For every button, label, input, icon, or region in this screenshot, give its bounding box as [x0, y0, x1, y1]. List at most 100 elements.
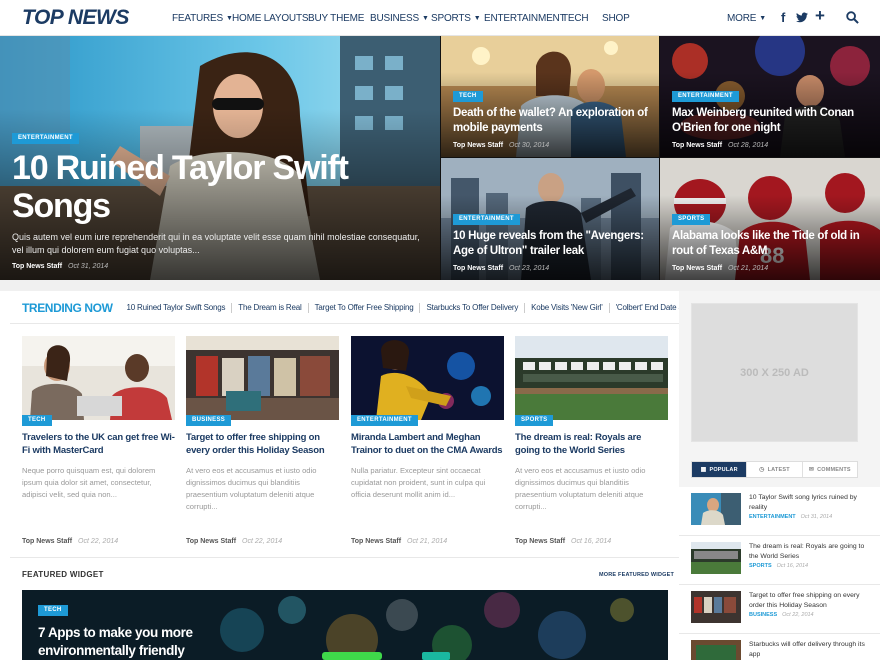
headline[interactable]: 10 Ruined Taylor Swift Songs [12, 149, 430, 225]
divider [10, 323, 679, 324]
twitter-icon[interactable] [796, 10, 808, 28]
author[interactable]: Top News Staff [351, 538, 401, 545]
article-card[interactable]: SPORTS The dream is real: Royals are goi… [515, 336, 668, 545]
category-badge[interactable]: SPORTS [515, 415, 554, 426]
tab-popular[interactable]: ▦ POPULAR [692, 462, 747, 477]
nav-item-business[interactable]: BUSINESS ▼ [370, 0, 429, 36]
more-featured-widget-link[interactable]: MORE FEATURED WIDGET [599, 572, 674, 578]
article-thumbnail[interactable] [22, 336, 175, 420]
featured-tile-max-weinberg[interactable]: ENTERTAINMENT Max Weinberg reunited with… [660, 36, 880, 157]
headline[interactable]: Max Weinberg reunited with Conan O'Brien… [672, 106, 870, 136]
featured-main-story[interactable]: ENTERTAINMENT 10 Ruined Taylor Swift Son… [0, 36, 440, 280]
category-badge[interactable]: TECH [22, 415, 52, 426]
article-card[interactable]: TECH Travelers to the UK can get free Wi… [22, 336, 175, 545]
post-date: Oct 16, 2014 [571, 538, 612, 545]
featured-widget-heading: FEATURED WIDGET [22, 570, 104, 579]
trending-link[interactable]: Kobe Visits 'New Girl' [524, 303, 608, 313]
nav-label: ENTERTAINMENT [484, 12, 566, 24]
trending-link[interactable]: 10 Ruined Taylor Swift Songs [121, 303, 232, 313]
ad-slot[interactable]: 300 X 250 AD [691, 303, 858, 442]
post-thumbnail[interactable] [691, 493, 741, 525]
article-title[interactable]: Travelers to the UK can get free Wi-Fi w… [22, 431, 175, 457]
post-thumbnail[interactable] [691, 542, 741, 574]
chevron-down-icon: ▼ [759, 14, 767, 22]
list-item[interactable]: Target to offer free shipping on every o… [679, 585, 880, 634]
featured-widget-title[interactable]: 7 Apps to make you more environmentally … [38, 624, 238, 660]
featured-tile-alabama[interactable]: 88 SPORTS Alabama looks like the Tide of… [660, 158, 880, 280]
headline[interactable]: Alabama looks like the Tide of old in ro… [672, 229, 870, 259]
post-category[interactable]: SPORTS [749, 563, 772, 569]
category-badge[interactable]: TECH [453, 91, 483, 102]
article-thumbnail[interactable] [515, 336, 668, 420]
nav-label: BUY THEME [308, 12, 365, 24]
featured-tile-mobile-payments[interactable]: TECH Death of the wallet? An exploration… [441, 36, 659, 157]
tab-comments[interactable]: ✉ COMMENTS [801, 462, 857, 477]
nav-label: TECH [562, 12, 589, 24]
trending-link[interactable]: The Dream is Real [231, 303, 307, 313]
chart-icon: ▦ [700, 467, 707, 473]
category-badge[interactable]: ENTERTAINMENT [351, 415, 418, 426]
article-title[interactable]: Miranda Lambert and Meghan Trainor to du… [351, 431, 504, 457]
thumbnail-image [351, 336, 504, 420]
plus-icon[interactable]: + [815, 7, 825, 25]
tab-latest[interactable]: ◷ LATEST [746, 462, 801, 477]
article-thumbnail[interactable] [186, 336, 339, 420]
author[interactable]: Top News Staff [515, 538, 565, 545]
author[interactable]: Top News Staff [453, 265, 503, 272]
post-title[interactable]: Starbucks will offer delivery through it… [749, 640, 865, 659]
nav-label: SHOP [602, 12, 630, 24]
post-date: Oct 22, 2014 [242, 538, 283, 545]
main-column: TRENDING NOW 10 Ruined Taylor Swift Song… [0, 291, 690, 660]
list-item[interactable]: Starbucks will offer delivery through it… [679, 634, 880, 660]
author[interactable]: Top News Staff [186, 538, 236, 545]
author[interactable]: Top News Staff [22, 538, 72, 545]
post-meta: Top News Staff Oct 31, 2014 [12, 263, 430, 270]
category-badge[interactable]: ENTERTAINMENT [453, 214, 520, 225]
tab-label: COMMENTS [817, 466, 851, 473]
post-meta: Top News Staff Oct 23, 2014 [453, 265, 649, 272]
nav-item-sports[interactable]: SPORTS ▼ [431, 0, 481, 36]
category-badge[interactable]: TECH [38, 605, 68, 616]
list-item[interactable]: The dream is real: Royals are going to t… [679, 536, 880, 585]
article-thumbnail[interactable] [351, 336, 504, 420]
author[interactable]: Top News Staff [453, 142, 503, 149]
nav-item-entertainment[interactable]: ENTERTAINMENT [484, 0, 566, 36]
author[interactable]: Top News Staff [672, 265, 722, 272]
post-title[interactable]: The dream is real: Royals are going to t… [749, 542, 865, 561]
category-badge[interactable]: ENTERTAINMENT [12, 133, 79, 144]
nav-label: MORE [727, 12, 757, 24]
trending-link[interactable]: Target To Offer Free Shipping [307, 303, 420, 313]
nav-item-home-layouts[interactable]: HOME LAYOUTS [232, 0, 309, 36]
post-meta: Top News Staff Oct 21, 2014 [351, 538, 447, 545]
category-badge[interactable]: BUSINESS [186, 415, 232, 426]
trending-link[interactable]: Starbucks To Offer Delivery [419, 303, 524, 313]
post-thumbnail[interactable] [691, 640, 741, 660]
article-title[interactable]: Target to offer free shipping on every o… [186, 431, 339, 457]
nav-item-tech[interactable]: TECH [562, 0, 589, 36]
list-item[interactable]: 10 Taylor Swift song lyrics ruined by re… [679, 487, 880, 536]
author[interactable]: Top News Staff [672, 142, 722, 149]
nav-item-buy-theme[interactable]: BUY THEME [308, 0, 364, 36]
post-category[interactable]: ENTERTAINMENT [749, 514, 796, 520]
article-card[interactable]: ENTERTAINMENT Miranda Lambert and Meghan… [351, 336, 504, 545]
author[interactable]: Top News Staff [12, 263, 62, 270]
tab-label: LATEST [767, 466, 790, 473]
facebook-icon[interactable]: f [781, 9, 785, 27]
post-title[interactable]: 10 Taylor Swift song lyrics ruined by re… [749, 493, 865, 512]
headline[interactable]: Death of the wallet? An exploration of m… [453, 106, 649, 136]
post-category[interactable]: BUSINESS [749, 612, 777, 618]
category-badge[interactable]: ENTERTAINMENT [672, 91, 739, 102]
nav-item-features[interactable]: FEATURES ▼ [172, 0, 233, 36]
featured-widget-story[interactable]: TECH 7 Apps to make you more environment… [22, 590, 668, 660]
category-badge[interactable]: SPORTS [672, 214, 711, 225]
featured-tile-avengers[interactable]: ENTERTAINMENT 10 Huge reveals from the "… [441, 158, 659, 280]
nav-item-shop[interactable]: SHOP [602, 0, 630, 36]
article-card[interactable]: BUSINESS Target to offer free shipping o… [186, 336, 339, 545]
headline[interactable]: 10 Huge reveals from the "Avengers: Age … [453, 229, 649, 259]
article-title[interactable]: The dream is real: Royals are going to t… [515, 431, 668, 457]
search-icon[interactable] [846, 11, 859, 29]
site-logo[interactable]: TOP NEWS [22, 6, 129, 30]
post-title[interactable]: Target to offer free shipping on every o… [749, 591, 865, 610]
post-thumbnail[interactable] [691, 591, 741, 623]
nav-item-more[interactable]: MORE ▼ [727, 0, 766, 36]
